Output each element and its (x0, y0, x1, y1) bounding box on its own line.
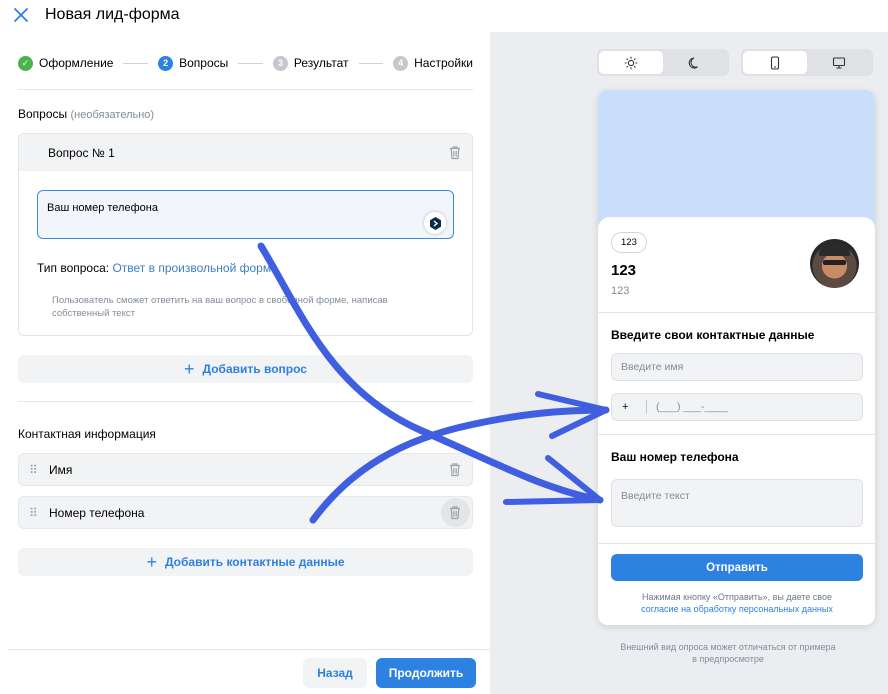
theme-toggle (597, 49, 729, 76)
contact-row-phone[interactable]: ⠿ Номер телефона (18, 496, 473, 529)
consent-link[interactable]: согласие на обработку персональных данны… (641, 604, 833, 614)
preview-subtitle: 123 (611, 285, 630, 297)
add-contact-button[interactable]: + Добавить контактные данные (18, 548, 473, 576)
mobile-view-button[interactable] (743, 51, 807, 74)
device-toggle (741, 49, 873, 76)
question-type-label: Тип вопроса: (37, 261, 110, 275)
desktop-view-button[interactable] (807, 51, 871, 74)
contacts-heading: Введите свои контактные данные (611, 328, 815, 342)
plus-icon: + (146, 552, 157, 572)
header: Новая лид-форма (0, 0, 888, 32)
question-type-link[interactable]: Ответ в произвольной форме (112, 261, 277, 275)
moon-icon (688, 56, 698, 69)
stepper: ✓ Оформление 2 Вопросы 3 Результат 4 Нас… (18, 54, 473, 72)
question-type-hint: Пользователь сможет ответить на ваш вопр… (52, 295, 388, 319)
question-title: Вопрос № 1 (48, 145, 115, 160)
editor-panel: ✓ Оформление 2 Вопросы 3 Результат 4 Нас… (0, 32, 490, 694)
name-placeholder: Введите имя (621, 361, 684, 373)
step-label: Оформление (39, 56, 114, 70)
name-input[interactable]: Введите имя (611, 353, 863, 381)
step-number: 4 (393, 55, 409, 71)
optional-note: (необязательно) (70, 109, 155, 121)
drag-handle-icon[interactable]: ⠿ (29, 507, 41, 519)
continue-button[interactable]: Продолжить (376, 658, 476, 688)
sun-icon (624, 56, 638, 69)
glasses-shape (823, 260, 846, 265)
consent-text: Нажимая кнопку «Отправить», вы даете сво… (611, 591, 863, 615)
cap-shape (819, 243, 850, 256)
question-card: Вопрос № 1 Ваш номер телефона Тип вопрос… (18, 133, 473, 336)
back-button[interactable]: Назад (303, 658, 367, 688)
contact-row-label: Имя (49, 462, 73, 477)
step-settings[interactable]: 4 Настройки (393, 55, 473, 71)
step-label: Вопросы (179, 56, 229, 70)
light-theme-button[interactable] (599, 51, 663, 74)
page-title: Новая лид-форма (45, 6, 180, 23)
step-design[interactable]: ✓ Оформление (18, 55, 114, 71)
phone-prefix: + (622, 401, 629, 413)
form-preview: 123 123 123 Введите свои контактные данн… (598, 90, 875, 625)
trash-icon[interactable] (448, 462, 462, 477)
question-card-header: Вопрос № 1 (19, 134, 472, 171)
add-question-button[interactable]: + Добавить вопрос (18, 355, 473, 383)
question-input-value: Ваш номер телефона (47, 202, 158, 214)
divider (598, 434, 875, 435)
monitor-icon (832, 56, 846, 69)
close-icon[interactable] (12, 6, 30, 24)
questions-label: Вопросы (18, 107, 68, 121)
question-type: Тип вопроса: Ответ в произвольной форме (37, 261, 278, 275)
divider (18, 89, 473, 90)
preview-body: 123 123 123 Введите свои контактные данн… (598, 217, 875, 625)
community-pill: 123 (611, 232, 647, 253)
preview-title: 123 (611, 262, 637, 279)
answer-placeholder: Введите текст (621, 490, 690, 502)
preview-panel: 123 123 123 Введите свои контактные данн… (490, 32, 888, 694)
step-result[interactable]: 3 Результат (272, 55, 349, 71)
submit-button[interactable]: Отправить (611, 554, 863, 581)
consent-lead: Нажимая кнопку «Отправить», вы даете сво… (641, 592, 832, 602)
divider (598, 312, 875, 313)
contacts-section-label: Контактная информация (18, 427, 156, 441)
contact-row-label: Номер телефона (49, 505, 145, 520)
question-heading: Ваш номер телефона (611, 450, 739, 464)
question-text-input[interactable]: Ваш номер телефона (37, 190, 454, 239)
drag-handle-icon[interactable]: ⠿ (29, 464, 41, 476)
add-contact-label: Добавить контактные данные (164, 555, 345, 569)
add-question-label: Добавить вопрос (202, 362, 307, 376)
trash-icon[interactable] (448, 505, 462, 520)
avatar (810, 239, 859, 288)
phone-placeholder: (___) ___-____ (656, 401, 728, 413)
divider (18, 401, 473, 402)
cover-image (598, 90, 875, 230)
trash-icon[interactable] (448, 145, 462, 160)
questions-section-label: Вопросы (необязательно) (18, 107, 154, 121)
dark-theme-button[interactable] (663, 51, 727, 74)
step-number: 3 (272, 55, 288, 71)
divider (598, 543, 875, 544)
step-number: 2 (158, 55, 174, 71)
hexagon-icon (429, 216, 441, 230)
phone-input[interactable]: + (___) ___-____ (611, 393, 863, 421)
phone-icon (770, 55, 780, 70)
preview-note: Внешний вид опроса может отличаться от п… (620, 642, 836, 664)
answer-textarea[interactable]: Введите текст (611, 479, 863, 527)
contact-row-name[interactable]: ⠿ Имя (18, 453, 473, 486)
step-connector (123, 62, 149, 64)
step-connector (238, 62, 263, 64)
check-icon: ✓ (18, 55, 33, 71)
step-label: Настройки (414, 56, 473, 70)
step-questions[interactable]: 2 Вопросы (158, 55, 229, 71)
step-connector (358, 62, 384, 64)
step-label: Результат (293, 56, 349, 70)
footer-divider (8, 649, 490, 650)
plus-icon: + (184, 359, 195, 379)
phone-divider (646, 400, 647, 414)
assistant-icon[interactable] (424, 212, 446, 234)
